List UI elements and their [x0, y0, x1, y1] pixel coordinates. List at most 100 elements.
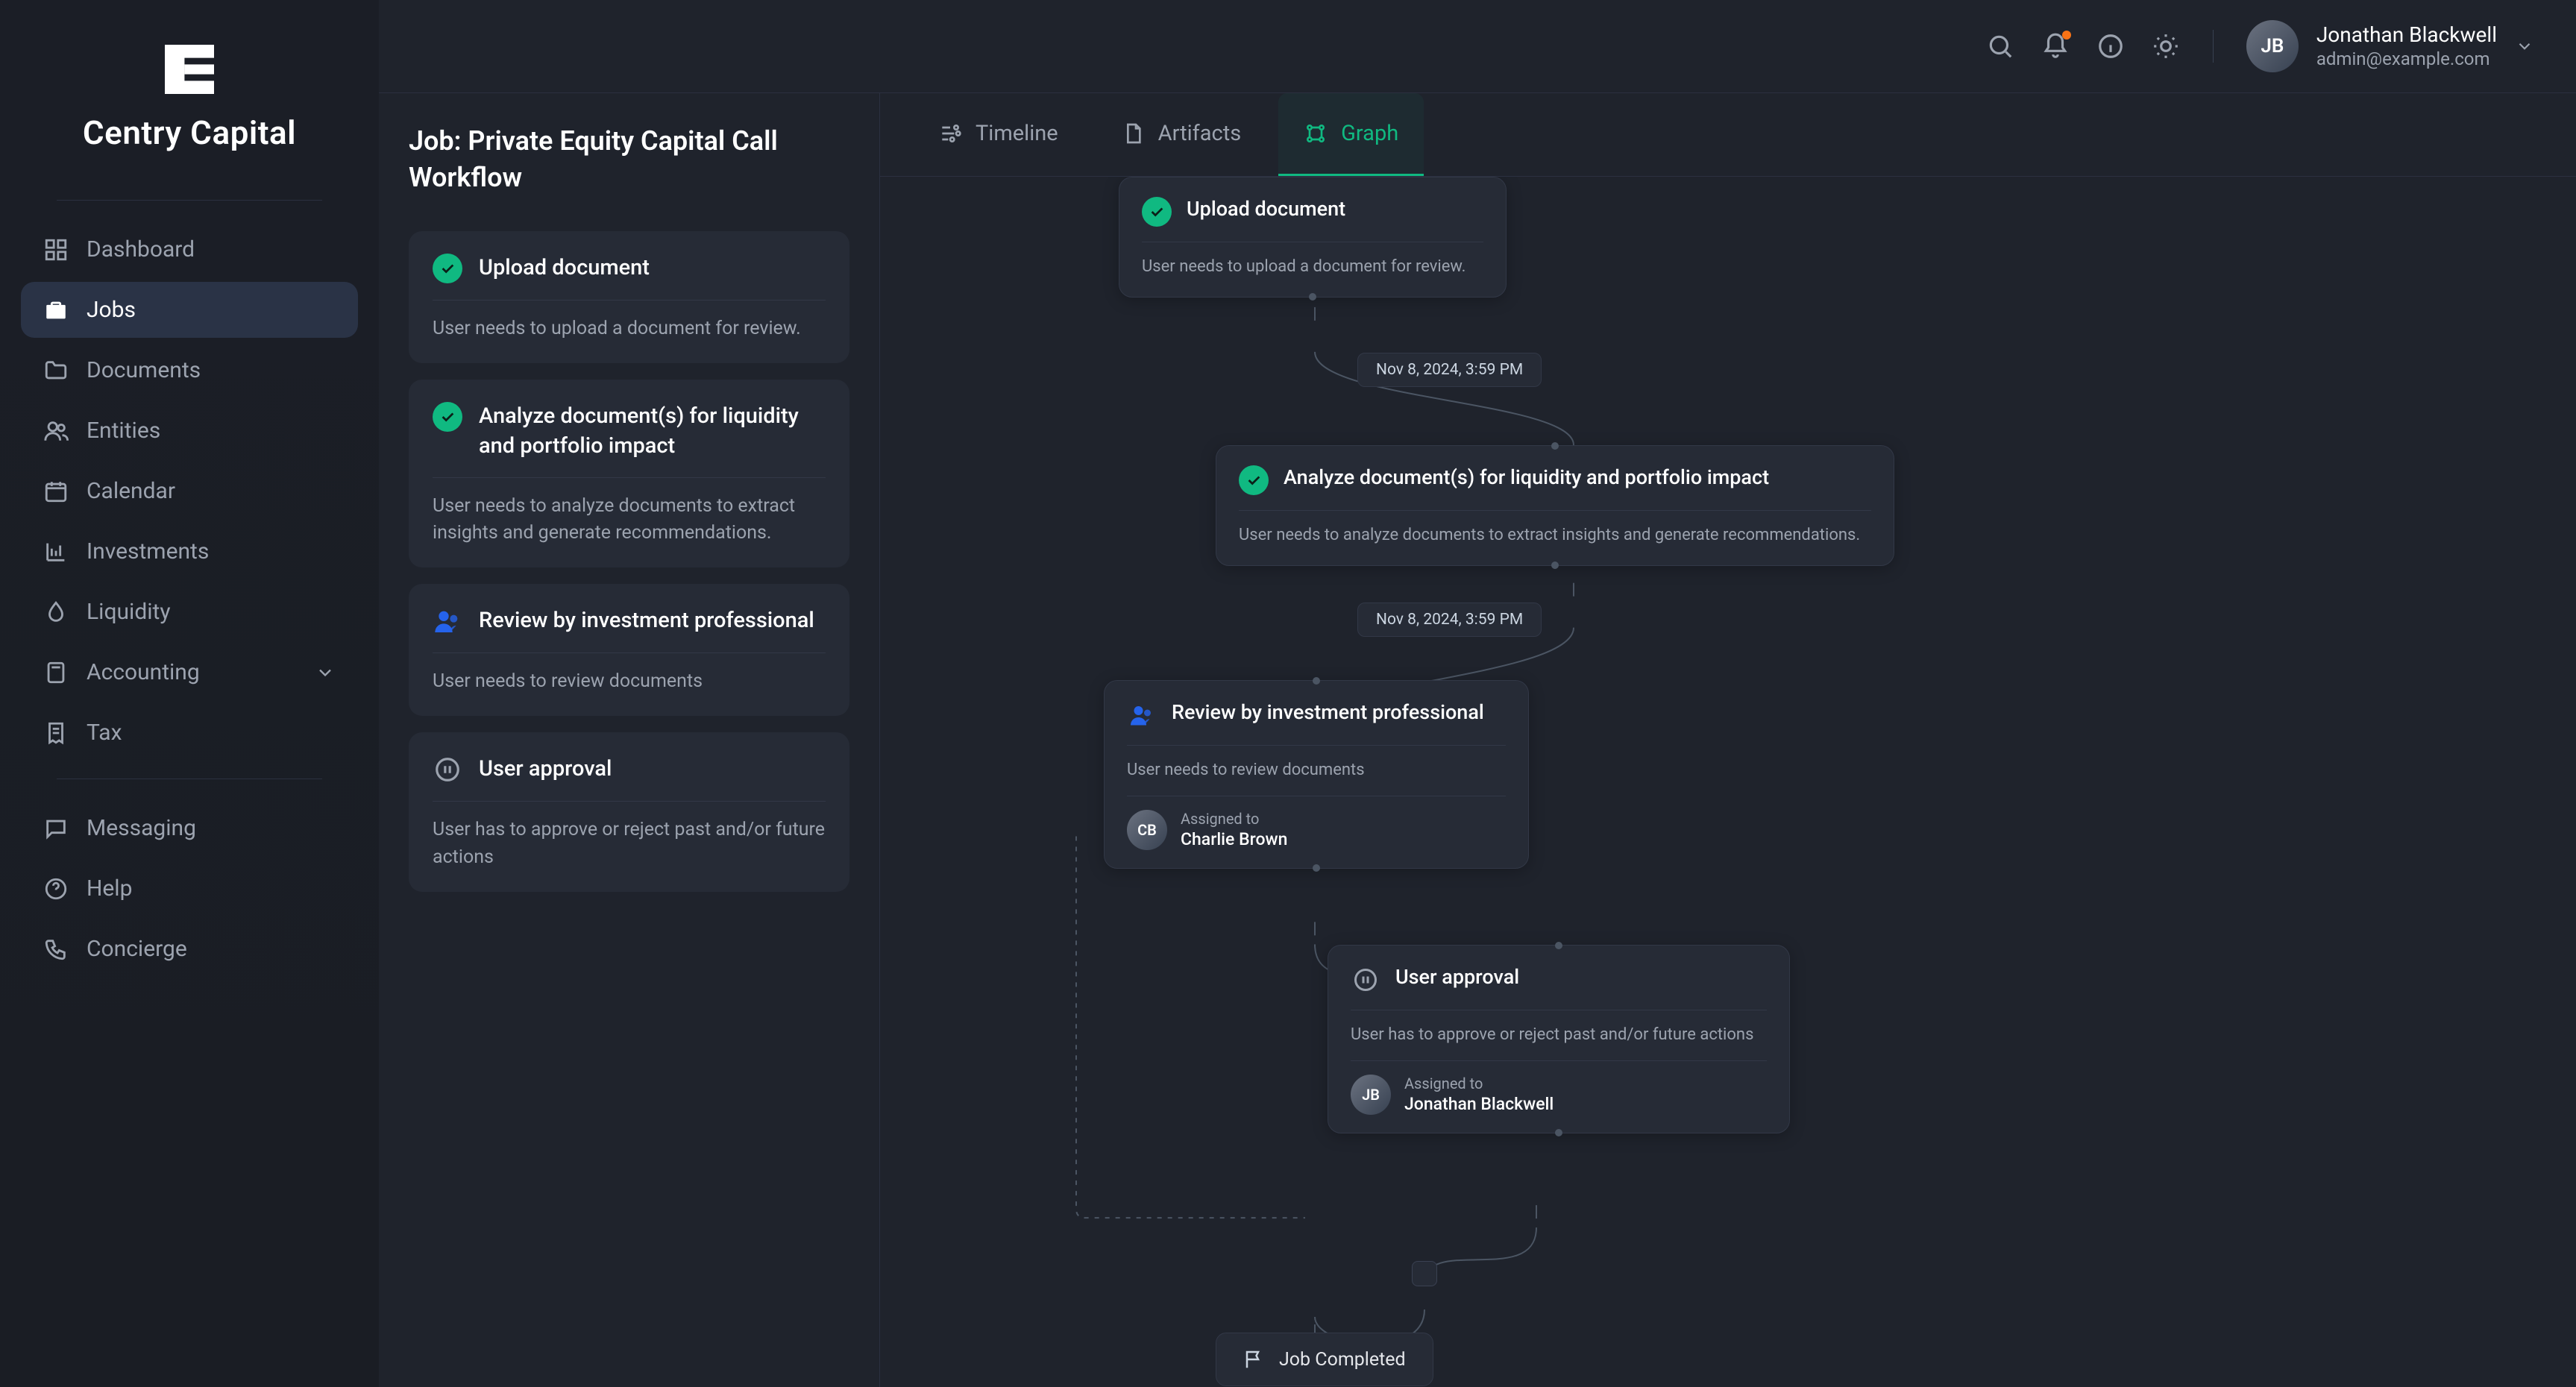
- sidebar: Centry Capital Dashboard Jobs Documents Ent…: [0, 0, 379, 1387]
- assigned-name: Jonathan Blackwell: [1404, 1094, 1554, 1114]
- folder-icon: [43, 358, 69, 383]
- step-card[interactable]: Upload document User needs to upload a do…: [409, 231, 849, 363]
- assigned-label: Assigned to: [1181, 810, 1287, 828]
- sidebar-nav: Dashboard Jobs Documents Entities Calendar In…: [21, 221, 358, 761]
- brand-block: Centry Capital: [21, 36, 358, 152]
- graph-node-assignee: CB Assigned to Charlie Brown: [1127, 796, 1506, 850]
- assigned-name: Charlie Brown: [1181, 829, 1287, 849]
- assigned-label: Assigned to: [1404, 1075, 1554, 1092]
- calendar-icon: [43, 479, 69, 504]
- flag-icon: [1243, 1348, 1266, 1371]
- sidebar-item-entities[interactable]: Entities: [21, 403, 358, 459]
- help-icon: [43, 876, 69, 902]
- brand-logo: [148, 36, 230, 103]
- graph-node-sub: User has to approve or reject past and/o…: [1351, 1024, 1767, 1047]
- sidebar-item-tax[interactable]: Tax: [21, 705, 358, 761]
- sidebar-item-accounting[interactable]: Accounting: [21, 644, 358, 700]
- page-title: Job: Private Equity Capital Call Workflo…: [409, 123, 849, 195]
- chart-icon: [43, 539, 69, 564]
- sidebar-item-label: Tax: [87, 720, 122, 746]
- users-icon: [43, 418, 69, 444]
- message-icon: [43, 816, 69, 841]
- pause-circle-icon: [1351, 965, 1380, 995]
- graph-timestamp: Nov 8, 2024, 3:59 PM: [1357, 353, 1542, 387]
- chevron-down-icon: [2515, 37, 2534, 56]
- step-card[interactable]: Review by investment professional User ne…: [409, 584, 849, 716]
- graph-node-sub: User needs to review documents: [1127, 759, 1506, 782]
- sidebar-item-calendar[interactable]: Calendar: [21, 463, 358, 519]
- sidebar-item-label: Accounting: [87, 659, 200, 685]
- graph-junction: [1412, 1261, 1437, 1286]
- graph-timestamp: Nov 8, 2024, 3:59 PM: [1357, 603, 1542, 637]
- step-desc: User needs to upload a document for revi…: [433, 315, 826, 342]
- avatar: JB: [2246, 20, 2299, 72]
- graph-node-title: Analyze document(s) for liquidity and po…: [1284, 465, 1769, 489]
- notifications-icon[interactable]: [2041, 32, 2070, 60]
- step-title: User approval: [479, 755, 612, 784]
- user-name: Jonathan Blackwell: [2316, 22, 2497, 47]
- sidebar-item-help[interactable]: Help: [21, 861, 358, 916]
- graph-node-upload[interactable]: Upload document User needs to upload a d…: [1119, 177, 1507, 298]
- user-icon: [1127, 700, 1157, 730]
- sidebar-item-label: Jobs: [87, 297, 136, 323]
- graph-node-sub: User needs to analyze documents to extra…: [1239, 524, 1871, 547]
- tab-artifacts[interactable]: Artifacts: [1096, 93, 1266, 176]
- tab-timeline[interactable]: Timeline: [913, 93, 1084, 176]
- droplet-icon: [43, 600, 69, 625]
- brand-name: Centry Capital: [83, 113, 296, 152]
- main-area: JB Jonathan Blackwell admin@example.com …: [379, 0, 2576, 1387]
- graph-node-analyze[interactable]: Analyze document(s) for liquidity and po…: [1216, 445, 1894, 566]
- sidebar-item-dashboard[interactable]: Dashboard: [21, 221, 358, 277]
- graph-node-title: Upload document: [1187, 197, 1345, 221]
- graph-node-review[interactable]: Review by investment professional User n…: [1104, 680, 1529, 869]
- user-icon: [433, 606, 462, 636]
- grid-icon: [43, 237, 69, 262]
- briefcase-icon: [43, 298, 69, 323]
- receipt-icon: [43, 720, 69, 746]
- chevron-down-icon: [315, 662, 336, 683]
- graph-node-title: User approval: [1395, 965, 1519, 989]
- sidebar-item-jobs[interactable]: Jobs: [21, 282, 358, 338]
- sidebar-item-label: Concierge: [87, 936, 187, 962]
- graph-node-approval[interactable]: User approval User has to approve or rej…: [1328, 945, 1790, 1133]
- details-panel: Job: Private Equity Capital Call Workflo…: [379, 93, 880, 1387]
- sidebar-nav-secondary: Messaging Help Concierge: [21, 800, 358, 977]
- tab-graph[interactable]: Graph: [1278, 93, 1424, 176]
- sidebar-item-label: Calendar: [87, 478, 175, 504]
- sidebar-item-investments[interactable]: Investments: [21, 523, 358, 579]
- graph-completed-pill: Job Completed: [1216, 1333, 1433, 1386]
- sidebar-item-documents[interactable]: Documents: [21, 342, 358, 398]
- theme-toggle-icon[interactable]: [2152, 32, 2180, 60]
- phone-icon: [43, 937, 69, 962]
- content-row: Job: Private Equity Capital Call Workflo…: [379, 92, 2576, 1387]
- step-title: Analyze document(s) for liquidity and po…: [479, 402, 826, 460]
- sidebar-divider: [57, 200, 322, 201]
- completed-label: Job Completed: [1279, 1349, 1406, 1371]
- step-title: Upload document: [479, 254, 650, 283]
- check-circle-icon: [1239, 465, 1269, 495]
- step-desc: User has to approve or reject past and/o…: [433, 817, 826, 871]
- info-icon[interactable]: [2096, 32, 2125, 60]
- sidebar-item-concierge[interactable]: Concierge: [21, 921, 358, 977]
- search-icon[interactable]: [1986, 32, 2014, 60]
- step-card[interactable]: User approval User has to approve or reje…: [409, 732, 849, 892]
- user-menu-button[interactable]: JB Jonathan Blackwell admin@example.com: [2246, 20, 2534, 72]
- calculator-icon: [43, 660, 69, 685]
- sidebar-item-label: Entities: [87, 418, 160, 444]
- step-card[interactable]: Analyze document(s) for liquidity and po…: [409, 380, 849, 567]
- graph-node-sub: User needs to upload a document for revi…: [1142, 256, 1483, 279]
- sidebar-item-label: Help: [87, 875, 132, 902]
- timeline-icon: [938, 122, 962, 145]
- graph-node-title: Review by investment professional: [1172, 700, 1484, 724]
- topbar-divider: [2213, 30, 2214, 63]
- user-texts: Jonathan Blackwell admin@example.com: [2316, 22, 2497, 69]
- sidebar-item-messaging[interactable]: Messaging: [21, 800, 358, 856]
- sidebar-item-liquidity[interactable]: Liquidity: [21, 584, 358, 640]
- sidebar-item-label: Messaging: [87, 815, 196, 841]
- graph-node-assignee: JB Assigned to Jonathan Blackwell: [1351, 1060, 1767, 1115]
- step-title: Review by investment professional: [479, 606, 814, 635]
- sidebar-item-label: Dashboard: [87, 236, 195, 262]
- step-desc: User needs to review documents: [433, 668, 826, 695]
- graph-canvas[interactable]: Upload document User needs to upload a d…: [880, 177, 2576, 1387]
- tab-label: Graph: [1341, 121, 1398, 146]
